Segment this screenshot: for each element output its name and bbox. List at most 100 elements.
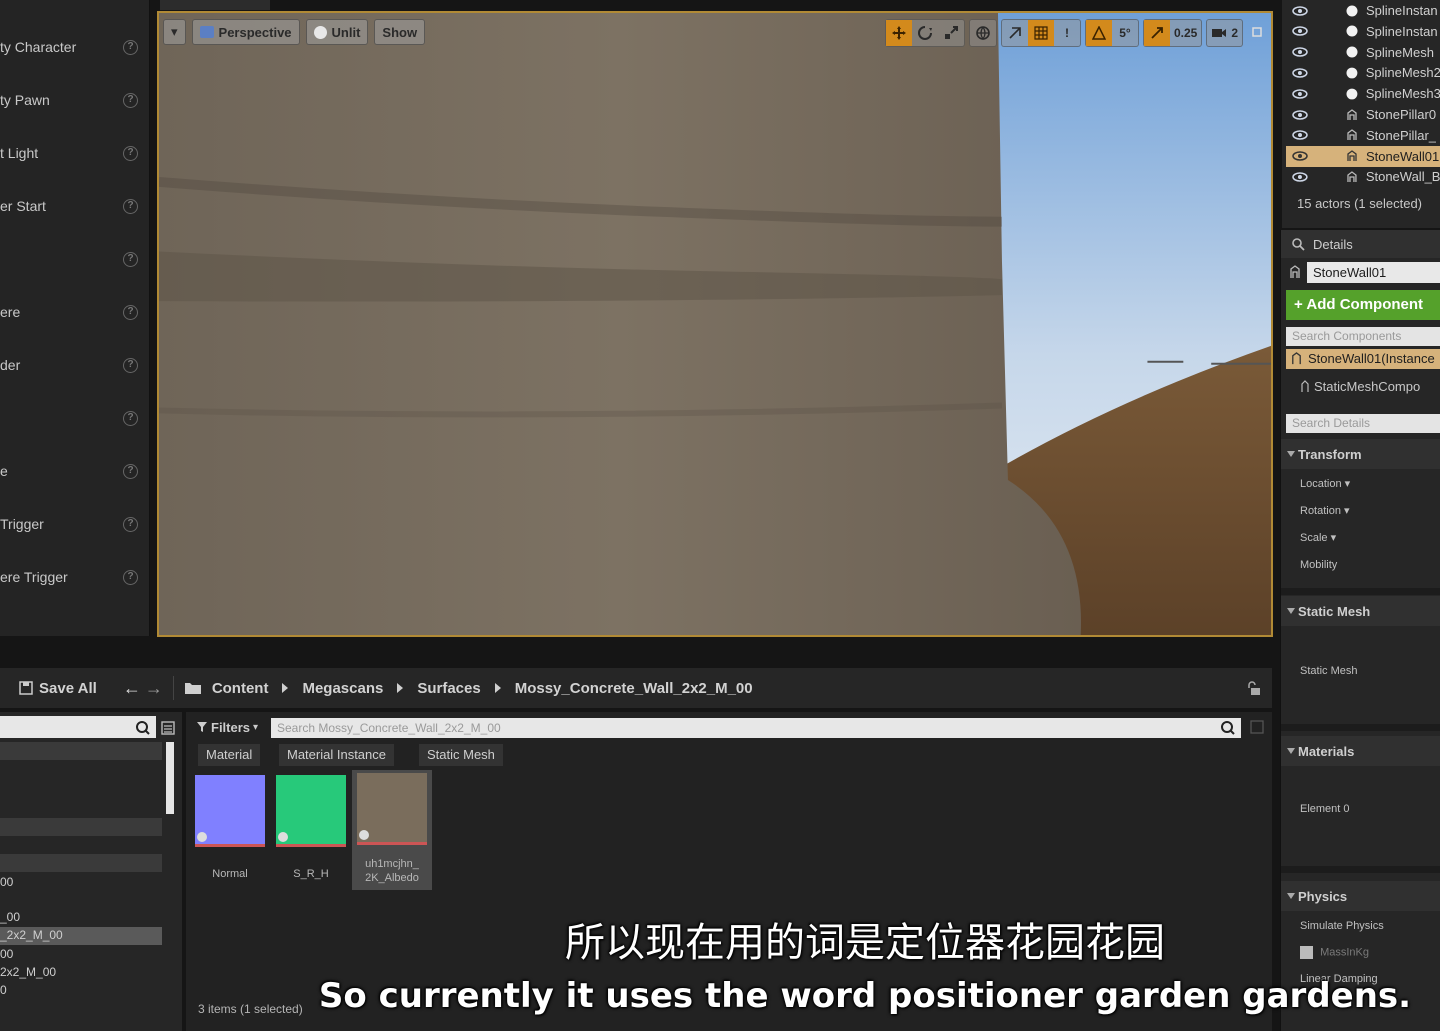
folder-search-input[interactable] xyxy=(0,716,156,738)
place-actor-item[interactable]: ere Trigger? xyxy=(0,557,150,597)
help-icon[interactable]: ? xyxy=(123,39,138,55)
outliner-row[interactable]: SplineInstan xyxy=(1286,0,1440,21)
eye-icon[interactable] xyxy=(1292,26,1308,37)
scale-snap-value[interactable]: 0.25 xyxy=(1170,20,1201,46)
place-actor-item[interactable]: t Light? xyxy=(0,133,150,173)
place-actor-item[interactable]: der? xyxy=(0,345,150,385)
rotation-prop[interactable]: Rotation ▾ xyxy=(1300,504,1350,517)
help-icon[interactable]: ? xyxy=(123,145,138,161)
place-actor-item[interactable]: ? xyxy=(0,239,150,279)
breadcrumb-item[interactable]: Content xyxy=(212,680,269,697)
help-icon[interactable]: ? xyxy=(123,92,138,108)
breadcrumb-item[interactable]: Megascans xyxy=(302,680,383,697)
eye-icon[interactable] xyxy=(1292,88,1308,99)
asset-search-input[interactable]: Search Mossy_Concrete_Wall_2x2_M_00 xyxy=(271,718,1241,738)
viewport-tab[interactable] xyxy=(160,0,270,10)
level-viewport[interactable]: ▾ Perspective Unlit Show ! 5° 0.25 2 xyxy=(157,11,1273,637)
search-components-input[interactable]: Search Components xyxy=(1286,327,1440,346)
tree-folder-label[interactable]: 00 xyxy=(0,875,13,889)
grid-snap-warning[interactable]: ! xyxy=(1054,20,1080,46)
physics-category[interactable]: Physics xyxy=(1281,881,1440,911)
help-icon[interactable]: ? xyxy=(123,198,138,214)
rotate-tool[interactable] xyxy=(912,20,938,46)
place-actor-item[interactable]: Trigger? xyxy=(0,504,150,544)
filters-button[interactable]: Filters ▾ xyxy=(196,716,258,738)
tree-row[interactable] xyxy=(0,818,162,836)
eye-icon[interactable] xyxy=(1292,47,1308,57)
asset-tile[interactable]: uh1mcjhn_ 2K_Albedo xyxy=(352,770,432,890)
place-actor-item[interactable]: er Start? xyxy=(0,186,150,226)
eye-icon[interactable] xyxy=(1292,68,1308,78)
component-instance-row[interactable]: StoneWall01(Instance xyxy=(1286,349,1440,369)
place-actor-item[interactable]: ty Character? xyxy=(0,27,150,67)
place-actor-item[interactable]: ty Pawn? xyxy=(0,80,150,120)
outliner-row-selected[interactable]: StoneWall01 xyxy=(1286,145,1440,167)
show-button[interactable]: Show xyxy=(374,19,426,45)
place-actor-item[interactable]: e? xyxy=(0,451,150,491)
breadcrumb-separator-icon[interactable] xyxy=(494,683,501,693)
help-icon[interactable]: ? xyxy=(123,304,138,320)
static-mesh-category[interactable]: Static Mesh xyxy=(1281,596,1440,626)
outliner-row[interactable]: SplineMesh xyxy=(1286,42,1440,63)
help-icon[interactable]: ? xyxy=(123,463,138,479)
viewport-options-button[interactable]: ▾ xyxy=(163,19,186,45)
eye-icon[interactable] xyxy=(1292,172,1308,182)
transform-category[interactable]: Transform xyxy=(1281,439,1440,469)
scale-tool[interactable] xyxy=(938,20,964,46)
eye-icon[interactable] xyxy=(1292,151,1308,161)
help-icon[interactable]: ? xyxy=(123,569,138,585)
breadcrumb-separator-icon[interactable] xyxy=(397,683,404,693)
rotation-snap-value[interactable]: 5° xyxy=(1112,20,1138,46)
location-prop[interactable]: Location ▾ xyxy=(1300,477,1350,490)
tree-row[interactable] xyxy=(0,854,162,872)
help-icon[interactable]: ? xyxy=(123,516,138,532)
asset-tile[interactable]: S_R_H xyxy=(271,772,351,881)
eye-icon[interactable] xyxy=(1292,130,1308,141)
scale-prop[interactable]: Scale ▾ xyxy=(1300,531,1336,544)
search-icon[interactable] xyxy=(1220,720,1236,736)
static-mesh-component-row[interactable]: StaticMeshCompo xyxy=(1301,379,1420,394)
scene-render[interactable] xyxy=(159,13,1271,635)
scale-snap-toggle[interactable] xyxy=(1143,20,1170,46)
view-mode-button[interactable]: Unlit xyxy=(305,19,369,45)
scrollbar-thumb[interactable] xyxy=(166,742,174,814)
tree-row[interactable] xyxy=(0,742,162,760)
breadcrumb-separator-icon[interactable] xyxy=(282,683,289,693)
filter-chip[interactable]: Material Instance xyxy=(279,744,394,766)
outliner-row[interactable]: SplineInstan xyxy=(1286,21,1440,42)
translate-tool[interactable] xyxy=(885,20,912,46)
world-coord-toggle[interactable] xyxy=(970,20,996,46)
details-tab[interactable]: Details xyxy=(1281,230,1440,258)
place-actor-item[interactable]: ere? xyxy=(0,292,150,332)
surface-snap-toggle[interactable] xyxy=(1002,20,1028,46)
view-options-icon[interactable] xyxy=(160,720,176,736)
help-icon[interactable]: ? xyxy=(123,410,138,426)
help-icon[interactable]: ? xyxy=(123,251,138,267)
outliner-row[interactable]: StoneWall_B xyxy=(1286,166,1440,187)
materials-category[interactable]: Materials xyxy=(1281,736,1440,766)
filter-chip[interactable]: Material xyxy=(198,744,261,766)
save-search-icon[interactable] xyxy=(1250,720,1264,734)
outliner-row[interactable]: SplineMesh2 xyxy=(1286,62,1440,83)
forward-arrow-icon[interactable]: → xyxy=(145,678,163,699)
search-details-input[interactable]: Search Details xyxy=(1286,414,1440,433)
outliner-row[interactable]: SplineMesh3 xyxy=(1286,83,1440,104)
filter-chip[interactable]: Static Mesh xyxy=(419,744,503,766)
save-all-button[interactable]: Save All xyxy=(39,680,97,697)
eye-icon[interactable] xyxy=(1292,5,1308,16)
asset-tile[interactable]: Normal xyxy=(190,772,270,881)
camera-speed-button[interactable]: 2 xyxy=(1207,20,1242,46)
breadcrumb-item[interactable]: Mossy_Concrete_Wall_2x2_M_00 xyxy=(515,680,753,697)
perspective-button[interactable]: Perspective xyxy=(191,19,300,45)
outliner-row[interactable]: StonePillar0 xyxy=(1286,104,1440,125)
add-component-button[interactable]: + Add Component xyxy=(1286,290,1440,320)
rotation-snap-toggle[interactable] xyxy=(1085,20,1112,46)
maximize-viewport-button[interactable] xyxy=(1247,19,1267,45)
search-icon[interactable] xyxy=(135,720,151,736)
outliner-row[interactable]: StonePillar_ xyxy=(1286,125,1440,146)
help-icon[interactable]: ? xyxy=(123,357,138,373)
back-arrow-icon[interactable]: ← xyxy=(123,678,141,699)
place-actor-item[interactable]: ? xyxy=(0,398,150,438)
breadcrumb-item[interactable]: Surfaces xyxy=(417,680,480,697)
eye-icon[interactable] xyxy=(1292,109,1308,120)
